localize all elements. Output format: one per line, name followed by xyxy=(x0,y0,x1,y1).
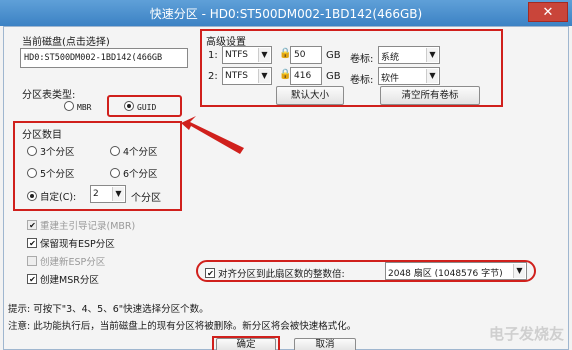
chevron-down-icon: ▼ xyxy=(513,264,525,278)
align-label: 对齐分区到此扇区数的整数倍: xyxy=(218,269,345,280)
align-value: 2048 扇区 (1048576 字节) xyxy=(388,269,503,279)
watermark: 电子发烧友 xyxy=(488,325,564,343)
align-checkbox[interactable] xyxy=(205,268,215,278)
align-option[interactable]: 对齐分区到此扇区数的整数倍: xyxy=(205,266,345,280)
align-select[interactable]: 2048 扇区 (1048576 字节) ▼ xyxy=(385,262,527,280)
annotation-arrow xyxy=(181,116,244,154)
tip-line-2: 注意: 此功能执行后，当前磁盘上的现有分区将被删除。新分区将会被快速格式化。 xyxy=(8,321,357,332)
arrow-shape xyxy=(181,116,244,154)
cancel-button[interactable]: 取消 xyxy=(294,338,356,350)
tip-line-1: 提示: 可按下"3、4、5、6"快速选择分区个数。 xyxy=(8,304,209,315)
ok-button[interactable]: 确定 xyxy=(216,338,276,350)
